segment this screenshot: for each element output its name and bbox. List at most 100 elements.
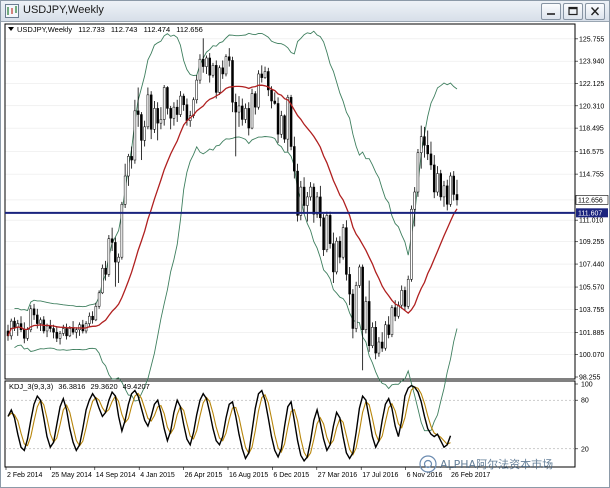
candle-body (367, 301, 371, 346)
candle-body (198, 58, 202, 81)
candle (107, 235, 111, 277)
price-tick-label: 107.440 (579, 262, 604, 269)
candle-body (354, 285, 358, 329)
indicator-tick-label: 80 (581, 398, 589, 405)
candle-body (325, 215, 329, 251)
j-value: 49.4207 (123, 382, 150, 391)
minimize-button[interactable] (541, 3, 561, 20)
candle-body (58, 333, 62, 339)
price-tick-label: 118.495 (579, 126, 604, 133)
high-value: 112.743 (111, 25, 138, 34)
candle-body (133, 110, 137, 161)
candle (257, 70, 260, 110)
time-tick-label: 16 Aug 2015 (229, 472, 268, 479)
candle-body (45, 325, 49, 332)
price-tick-label: 101.885 (579, 330, 604, 337)
candle (335, 237, 338, 275)
candle-body (452, 175, 456, 195)
candle (211, 62, 215, 78)
chart-app-icon (5, 4, 19, 18)
candle-body (130, 156, 133, 161)
candle-body (335, 240, 338, 273)
symbol-label: USDJPY,Weekly (17, 25, 72, 34)
candle-body (146, 94, 150, 128)
candle-body (393, 307, 397, 317)
candle-body (371, 327, 374, 346)
time-tick-label: 27 Mar 2016 (318, 472, 357, 479)
candle-body (104, 267, 107, 275)
candle-body (445, 185, 449, 205)
candle-body (442, 185, 446, 198)
candle (406, 275, 410, 309)
watermark: ALPHA阿尔法资本市场 (419, 453, 553, 475)
candle-body (185, 104, 189, 121)
candle-body (250, 93, 254, 129)
candle-body (234, 101, 238, 113)
candle-body (166, 87, 169, 109)
candle-body (322, 217, 325, 251)
candle-body (270, 89, 273, 102)
candle-body (182, 95, 185, 105)
indicator-name: KDJ_3(9,3,3) (9, 382, 54, 391)
current-price-tag: 112.656 (575, 195, 609, 205)
candle-body (254, 93, 257, 108)
candle-body (241, 105, 244, 120)
wechat-logo-icon (419, 455, 437, 473)
indicator-tick-label: 20 (581, 446, 589, 453)
candle-body (224, 56, 228, 75)
candle-body (351, 293, 355, 329)
candle-body (306, 196, 309, 206)
candle (439, 169, 442, 201)
chart-area[interactable]: USDJPY,Weekly 112.733 112.743 112.474 11… (1, 22, 609, 487)
candle-body (149, 94, 153, 130)
price-tick-label: 100.070 (579, 352, 604, 359)
candle-body (410, 208, 413, 280)
chart-window[interactable]: USDJPY,Weekly USDJPY,Weekly 112.733 112.… (0, 0, 610, 488)
candle (218, 65, 221, 95)
candle-body (39, 319, 42, 324)
candle-body (214, 65, 218, 93)
candle (224, 54, 228, 77)
candle-body (332, 243, 335, 273)
candle (410, 205, 413, 282)
maximize-button[interactable] (563, 3, 583, 20)
candle-body (136, 110, 140, 115)
candle-body (302, 186, 306, 206)
time-tick-label: 4 Jan 2015 (140, 472, 175, 479)
candle-body (62, 328, 65, 334)
candle-body (26, 329, 29, 339)
price-tick-label: 111.010 (579, 218, 603, 225)
close-button[interactable] (585, 3, 605, 20)
candle-body (247, 108, 251, 129)
candle (120, 201, 124, 260)
candle (341, 223, 345, 260)
candle-body (140, 114, 143, 141)
candle (101, 264, 104, 295)
candle-body (244, 108, 247, 120)
candle-body (221, 67, 224, 75)
k-value: 36.3816 (58, 382, 85, 391)
candle-body (114, 242, 117, 263)
close-value: 112.656 (176, 25, 203, 34)
title-bar[interactable]: USDJPY,Weekly (1, 1, 609, 22)
candle-body (315, 196, 319, 215)
watermark-text: ALPHA阿尔法资本市场 (440, 458, 554, 471)
window-title: USDJPY,Weekly (23, 4, 104, 16)
candle (354, 281, 358, 333)
candle-body (358, 266, 361, 286)
d-value: 29.3620 (91, 382, 118, 391)
candle-body (52, 328, 55, 333)
maximize-icon (568, 6, 578, 16)
candle-body (91, 315, 94, 321)
candle-body (68, 328, 72, 337)
candle-body (260, 73, 264, 78)
candle-body (110, 238, 114, 243)
price-tick-label: 105.570 (579, 285, 604, 292)
candle-body (377, 341, 381, 354)
candle-body (123, 175, 127, 205)
price-tick-label: 103.755 (579, 307, 604, 314)
candle-body (237, 105, 241, 113)
indicator-info-header: KDJ_3(9,3,3) 36.3816 29.3620 49.4207 (9, 382, 150, 391)
candle-body (449, 175, 452, 205)
candle-body (309, 186, 312, 198)
